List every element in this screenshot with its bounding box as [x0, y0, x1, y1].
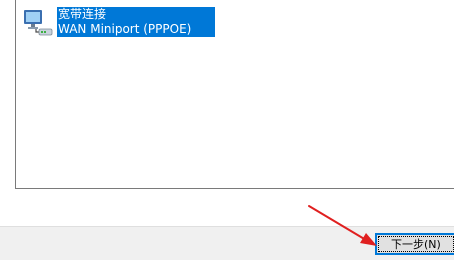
- connection-device: WAN Miniport (PPPOE): [57, 22, 215, 37]
- list-item-text: 宽带连接 WAN Miniport (PPPOE): [57, 7, 215, 37]
- next-button[interactable]: 下一步(N): [375, 233, 454, 255]
- dialog-body: 宽带连接 WAN Miniport (PPPOE): [0, 0, 454, 226]
- list-item-broadband-connection[interactable]: 宽带连接 WAN Miniport (PPPOE): [22, 7, 215, 39]
- connection-name: 宽带连接: [57, 7, 215, 22]
- connection-list[interactable]: 宽带连接 WAN Miniport (PPPOE): [15, 0, 454, 189]
- next-button-label: 下一步(N): [391, 238, 441, 251]
- network-connection-icon: [22, 7, 54, 39]
